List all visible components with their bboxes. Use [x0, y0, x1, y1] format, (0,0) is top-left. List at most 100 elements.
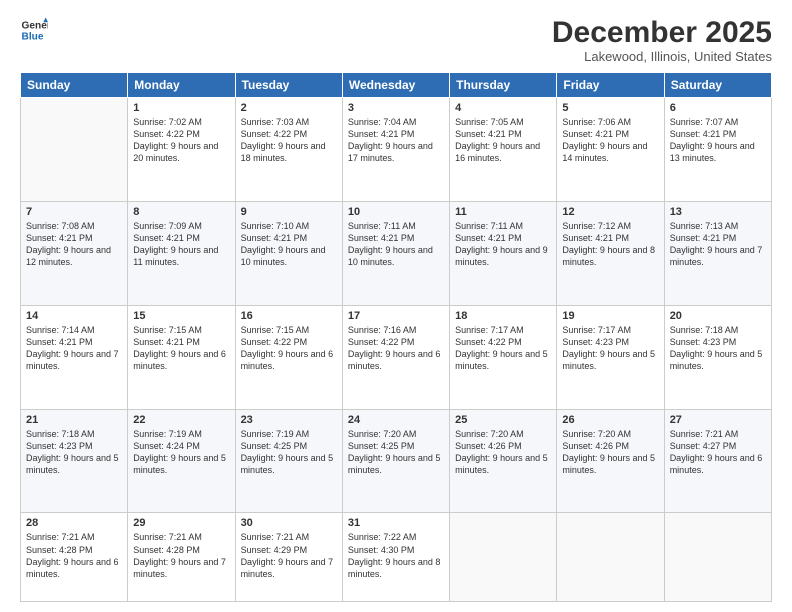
day-number: 6 [670, 102, 766, 114]
table-row: 10 Sunrise: 7:11 AMSunset: 4:21 PMDaylig… [342, 201, 449, 305]
day-info: Sunrise: 7:21 AMSunset: 4:28 PMDaylight:… [26, 532, 119, 578]
day-info: Sunrise: 7:21 AMSunset: 4:28 PMDaylight:… [133, 532, 226, 578]
day-number: 3 [348, 102, 444, 114]
table-row: 31 Sunrise: 7:22 AMSunset: 4:30 PMDaylig… [342, 513, 449, 602]
table-row: 19 Sunrise: 7:17 AMSunset: 4:23 PMDaylig… [557, 305, 664, 409]
table-row: 5 Sunrise: 7:06 AMSunset: 4:21 PMDayligh… [557, 98, 664, 202]
day-number: 7 [26, 206, 122, 218]
day-info: Sunrise: 7:12 AMSunset: 4:21 PMDaylight:… [562, 221, 655, 267]
day-info: Sunrise: 7:11 AMSunset: 4:21 PMDaylight:… [455, 221, 548, 267]
day-number: 22 [133, 414, 229, 426]
table-row: 4 Sunrise: 7:05 AMSunset: 4:21 PMDayligh… [450, 98, 557, 202]
table-row: 13 Sunrise: 7:13 AMSunset: 4:21 PMDaylig… [664, 201, 771, 305]
day-info: Sunrise: 7:17 AMSunset: 4:22 PMDaylight:… [455, 325, 548, 371]
col-wednesday: Wednesday [342, 73, 449, 98]
day-info: Sunrise: 7:21 AMSunset: 4:27 PMDaylight:… [670, 429, 763, 475]
day-number: 1 [133, 102, 229, 114]
table-row: 1 Sunrise: 7:02 AMSunset: 4:22 PMDayligh… [128, 98, 235, 202]
day-info: Sunrise: 7:17 AMSunset: 4:23 PMDaylight:… [562, 325, 655, 371]
day-info: Sunrise: 7:15 AMSunset: 4:21 PMDaylight:… [133, 325, 226, 371]
day-info: Sunrise: 7:08 AMSunset: 4:21 PMDaylight:… [26, 221, 111, 267]
svg-text:Blue: Blue [22, 31, 44, 42]
table-row: 16 Sunrise: 7:15 AMSunset: 4:22 PMDaylig… [235, 305, 342, 409]
day-number: 30 [241, 517, 337, 529]
table-row: 24 Sunrise: 7:20 AMSunset: 4:25 PMDaylig… [342, 409, 449, 513]
day-number: 25 [455, 414, 551, 426]
table-row: 12 Sunrise: 7:12 AMSunset: 4:21 PMDaylig… [557, 201, 664, 305]
day-number: 19 [562, 310, 658, 322]
title-block: December 2025 Lakewood, Illinois, United… [552, 16, 772, 64]
location: Lakewood, Illinois, United States [552, 49, 772, 64]
day-number: 10 [348, 206, 444, 218]
day-number: 31 [348, 517, 444, 529]
day-number: 9 [241, 206, 337, 218]
day-info: Sunrise: 7:18 AMSunset: 4:23 PMDaylight:… [670, 325, 763, 371]
table-row: 8 Sunrise: 7:09 AMSunset: 4:21 PMDayligh… [128, 201, 235, 305]
table-row: 29 Sunrise: 7:21 AMSunset: 4:28 PMDaylig… [128, 513, 235, 602]
day-number: 20 [670, 310, 766, 322]
day-info: Sunrise: 7:02 AMSunset: 4:22 PMDaylight:… [133, 117, 218, 163]
col-saturday: Saturday [664, 73, 771, 98]
table-row: 18 Sunrise: 7:17 AMSunset: 4:22 PMDaylig… [450, 305, 557, 409]
logo-icon: General Blue [20, 16, 48, 44]
day-number: 21 [26, 414, 122, 426]
day-info: Sunrise: 7:21 AMSunset: 4:29 PMDaylight:… [241, 532, 334, 578]
day-number: 28 [26, 517, 122, 529]
day-info: Sunrise: 7:18 AMSunset: 4:23 PMDaylight:… [26, 429, 119, 475]
table-row: 28 Sunrise: 7:21 AMSunset: 4:28 PMDaylig… [21, 513, 128, 602]
table-row: 27 Sunrise: 7:21 AMSunset: 4:27 PMDaylig… [664, 409, 771, 513]
day-info: Sunrise: 7:11 AMSunset: 4:21 PMDaylight:… [348, 221, 433, 267]
table-row: 23 Sunrise: 7:19 AMSunset: 4:25 PMDaylig… [235, 409, 342, 513]
calendar-header-row: Sunday Monday Tuesday Wednesday Thursday… [21, 73, 772, 98]
day-number: 13 [670, 206, 766, 218]
day-info: Sunrise: 7:13 AMSunset: 4:21 PMDaylight:… [670, 221, 763, 267]
day-info: Sunrise: 7:16 AMSunset: 4:22 PMDaylight:… [348, 325, 441, 371]
day-info: Sunrise: 7:19 AMSunset: 4:24 PMDaylight:… [133, 429, 226, 475]
day-number: 12 [562, 206, 658, 218]
day-number: 24 [348, 414, 444, 426]
table-row [450, 513, 557, 602]
table-row [664, 513, 771, 602]
table-row: 26 Sunrise: 7:20 AMSunset: 4:26 PMDaylig… [557, 409, 664, 513]
day-number: 5 [562, 102, 658, 114]
day-info: Sunrise: 7:03 AMSunset: 4:22 PMDaylight:… [241, 117, 326, 163]
col-monday: Monday [128, 73, 235, 98]
table-row [21, 98, 128, 202]
calendar-table: Sunday Monday Tuesday Wednesday Thursday… [20, 72, 772, 602]
day-info: Sunrise: 7:06 AMSunset: 4:21 PMDaylight:… [562, 117, 647, 163]
table-row: 15 Sunrise: 7:15 AMSunset: 4:21 PMDaylig… [128, 305, 235, 409]
table-row: 25 Sunrise: 7:20 AMSunset: 4:26 PMDaylig… [450, 409, 557, 513]
day-number: 8 [133, 206, 229, 218]
page: General Blue December 2025 Lakewood, Ill… [0, 0, 792, 612]
day-info: Sunrise: 7:07 AMSunset: 4:21 PMDaylight:… [670, 117, 755, 163]
day-info: Sunrise: 7:20 AMSunset: 4:26 PMDaylight:… [562, 429, 655, 475]
table-row: 3 Sunrise: 7:04 AMSunset: 4:21 PMDayligh… [342, 98, 449, 202]
day-info: Sunrise: 7:09 AMSunset: 4:21 PMDaylight:… [133, 221, 218, 267]
day-info: Sunrise: 7:04 AMSunset: 4:21 PMDaylight:… [348, 117, 433, 163]
day-number: 18 [455, 310, 551, 322]
header: General Blue December 2025 Lakewood, Ill… [20, 16, 772, 64]
day-info: Sunrise: 7:14 AMSunset: 4:21 PMDaylight:… [26, 325, 119, 371]
day-number: 14 [26, 310, 122, 322]
day-number: 11 [455, 206, 551, 218]
day-number: 27 [670, 414, 766, 426]
table-row [557, 513, 664, 602]
table-row: 17 Sunrise: 7:16 AMSunset: 4:22 PMDaylig… [342, 305, 449, 409]
logo: General Blue [20, 16, 48, 44]
day-info: Sunrise: 7:20 AMSunset: 4:25 PMDaylight:… [348, 429, 441, 475]
day-number: 2 [241, 102, 337, 114]
day-number: 4 [455, 102, 551, 114]
day-info: Sunrise: 7:20 AMSunset: 4:26 PMDaylight:… [455, 429, 548, 475]
day-number: 29 [133, 517, 229, 529]
day-number: 26 [562, 414, 658, 426]
day-info: Sunrise: 7:15 AMSunset: 4:22 PMDaylight:… [241, 325, 334, 371]
month-title: December 2025 [552, 16, 772, 49]
table-row: 21 Sunrise: 7:18 AMSunset: 4:23 PMDaylig… [21, 409, 128, 513]
table-row: 11 Sunrise: 7:11 AMSunset: 4:21 PMDaylig… [450, 201, 557, 305]
col-tuesday: Tuesday [235, 73, 342, 98]
table-row: 20 Sunrise: 7:18 AMSunset: 4:23 PMDaylig… [664, 305, 771, 409]
day-info: Sunrise: 7:22 AMSunset: 4:30 PMDaylight:… [348, 532, 441, 578]
day-number: 15 [133, 310, 229, 322]
col-sunday: Sunday [21, 73, 128, 98]
table-row: 9 Sunrise: 7:10 AMSunset: 4:21 PMDayligh… [235, 201, 342, 305]
